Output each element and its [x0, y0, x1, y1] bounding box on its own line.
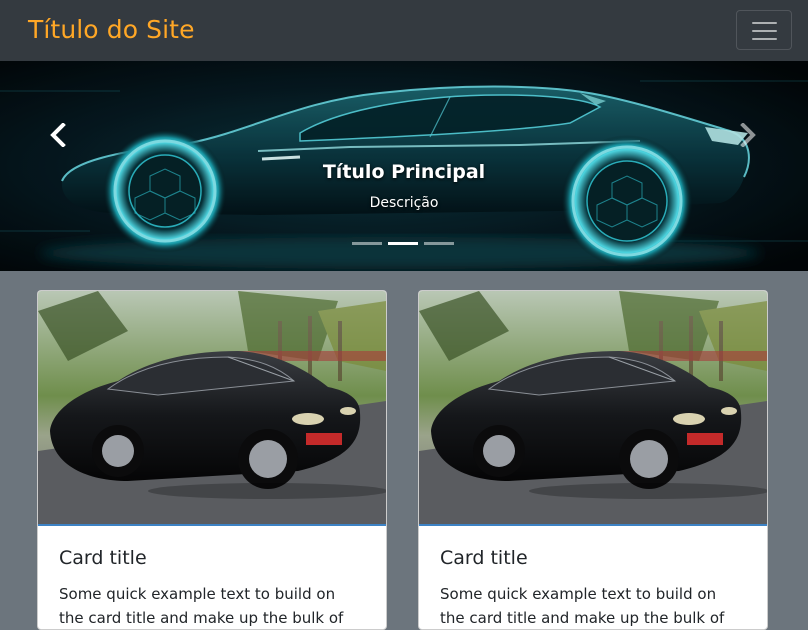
carousel-caption-description: Descrição — [369, 195, 439, 211]
card-title: Card title — [59, 547, 147, 569]
card-title: Card title — [440, 547, 528, 569]
hero-carousel: Título Principal Descrição — [0, 61, 808, 271]
chevron-right-icon — [740, 123, 756, 147]
carousel-caption-title: Título Principal — [322, 161, 486, 183]
navbar: Título do Site — [0, 0, 808, 61]
chevron-left-icon — [50, 123, 66, 147]
card: Card title Some quick example text to bu… — [37, 290, 387, 630]
card-body: Card title Some quick example text to bu… — [38, 526, 386, 629]
card: Card title Some quick example text to bu… — [418, 290, 768, 630]
carousel-indicator-1[interactable] — [352, 241, 382, 251]
card-body: Card title Some quick example text to bu… — [419, 526, 767, 629]
card-image — [38, 291, 386, 526]
card-text: Some quick example text to build on the … — [440, 585, 725, 627]
hamburger-icon — [752, 22, 777, 40]
card-image — [419, 291, 767, 526]
card-text: Some quick example text to build on the … — [59, 585, 344, 627]
carousel-indicator-2[interactable] — [388, 241, 418, 251]
carousel-indicator-3[interactable] — [424, 241, 454, 251]
carousel-indicators — [352, 241, 456, 251]
site-brand[interactable]: Título do Site — [28, 13, 195, 47]
navbar-toggler-button[interactable] — [736, 10, 792, 50]
